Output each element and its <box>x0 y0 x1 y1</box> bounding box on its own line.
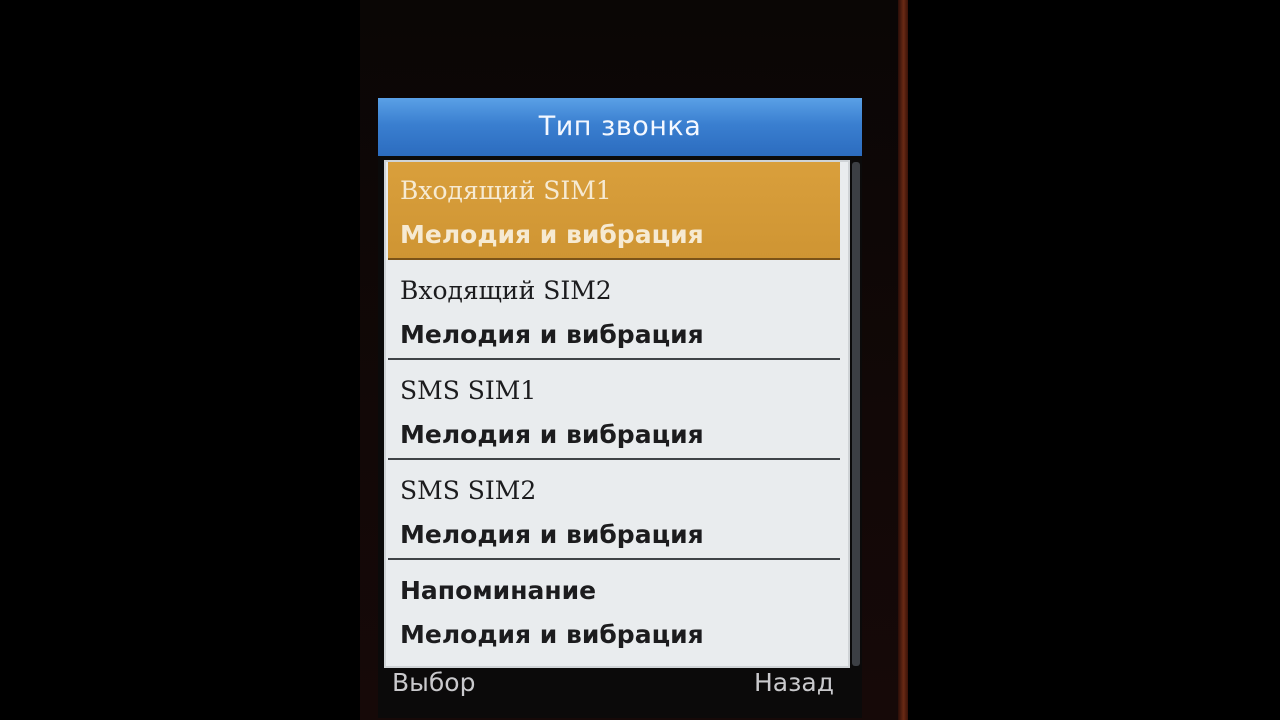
ringtone-type-list: Входящий SIM1 Мелодия и вибрация Входящи… <box>384 160 860 668</box>
screen-title: Тип звонка <box>378 98 862 156</box>
softkey-select[interactable]: Выбор <box>392 668 475 697</box>
item-name: Входящий SIM1 <box>400 176 612 205</box>
list-item-incoming-sim1[interactable]: Входящий SIM1 Мелодия и вибрация <box>388 162 840 260</box>
list-item-sms-sim1[interactable]: SMS SIM1 Мелодия и вибрация <box>388 362 840 460</box>
item-value: Мелодия и вибрация <box>400 620 704 649</box>
list-item-reminder[interactable]: Напоминание Мелодия и вибрация <box>388 562 840 660</box>
phone-edge <box>898 0 908 720</box>
phone-screen: Тип звонка Входящий SIM1 Мелодия и вибра… <box>378 98 862 718</box>
item-value: Мелодия и вибрация <box>400 320 704 349</box>
item-value: Мелодия и вибрация <box>400 420 704 449</box>
softkey-back[interactable]: Назад <box>754 668 834 697</box>
item-name: Входящий SIM2 <box>400 276 612 305</box>
list-item-incoming-sim2[interactable]: Входящий SIM2 Мелодия и вибрация <box>388 262 840 360</box>
item-name: SMS SIM2 <box>400 476 537 505</box>
item-value: Мелодия и вибрация <box>400 520 704 549</box>
item-value: Мелодия и вибрация <box>400 220 704 249</box>
item-name: SMS SIM1 <box>400 376 537 405</box>
list-item-sms-sim2[interactable]: SMS SIM2 Мелодия и вибрация <box>388 462 840 560</box>
scrollbar[interactable] <box>852 162 860 666</box>
item-name: Напоминание <box>400 576 597 605</box>
